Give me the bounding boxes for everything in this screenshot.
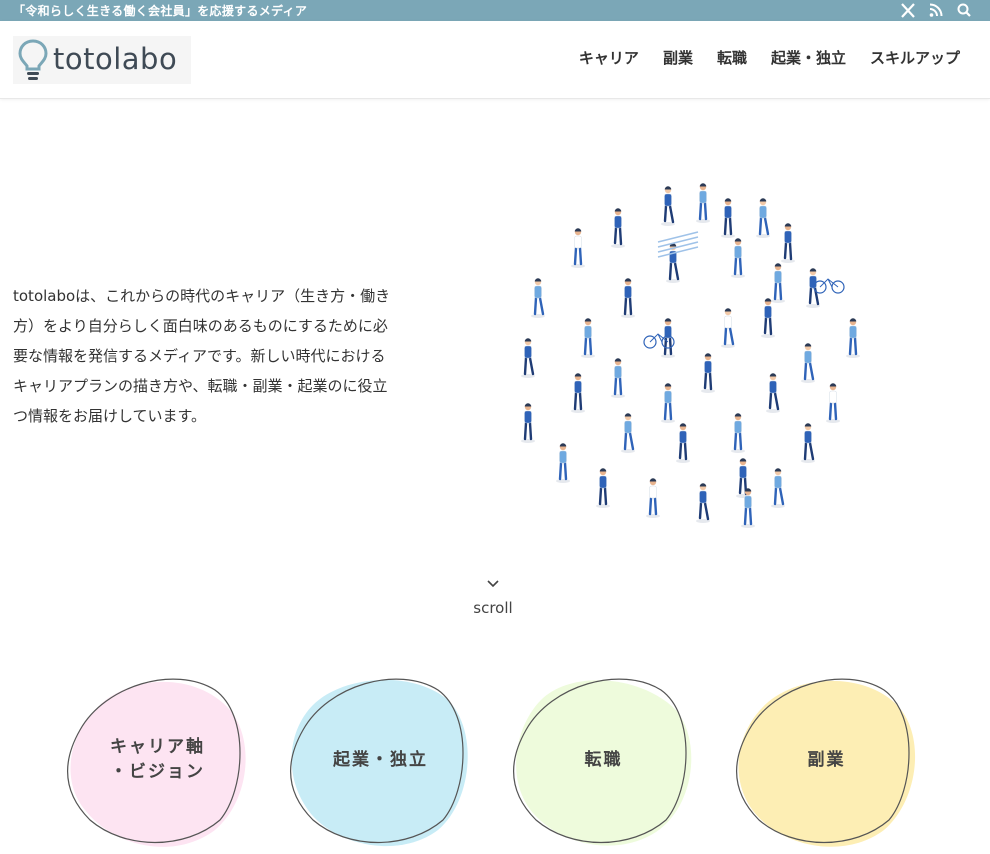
person-figure — [801, 423, 815, 463]
category-side-business[interactable]: 副業 — [734, 670, 919, 850]
category-label: 転職 — [584, 749, 623, 770]
chevron-down-icon — [487, 580, 499, 588]
rss-icon[interactable] — [928, 1, 944, 19]
person-figure — [661, 383, 675, 423]
person-figure — [611, 358, 625, 398]
person-figure — [571, 373, 585, 413]
lightbulb-icon — [18, 39, 48, 80]
person-figure — [571, 228, 585, 268]
nav-startup[interactable]: 起業・独立 — [771, 47, 846, 68]
top-bar: 「令和らしく生きる働く会社員」を応援するメディア — [0, 0, 990, 21]
x-icon[interactable] — [900, 1, 916, 19]
person-figure — [556, 443, 570, 483]
site-logo[interactable]: totolabo — [13, 36, 191, 84]
intro-text: totolaboは、これからの時代のキャリア（生き方・働き方）をより自分らしく面… — [13, 287, 391, 425]
logo-text: totolabo — [53, 42, 178, 76]
person-figure — [721, 308, 735, 348]
nav-skill-up[interactable]: スキルアップ — [870, 47, 960, 68]
person-figure — [721, 198, 735, 238]
person-figure — [596, 468, 610, 508]
person-figure — [661, 186, 675, 226]
person-figure — [826, 383, 840, 423]
person-figure — [646, 478, 660, 518]
person-figure — [611, 208, 625, 248]
person-figure — [731, 238, 745, 278]
category-startup[interactable]: 起業・独立 — [288, 670, 473, 850]
nav-career[interactable]: キャリア — [579, 47, 639, 68]
category-career-vision[interactable]: キャリア軸 ・ビジョン — [65, 670, 250, 850]
top-bar-icons — [900, 1, 972, 19]
person-figure — [621, 413, 635, 453]
bench-icon — [657, 231, 699, 258]
person-figure — [731, 413, 745, 453]
site-header: totolabo キャリア 副業 転職 起業・独立 スキルアップ — [0, 21, 990, 99]
person-figure — [761, 298, 775, 338]
person-figure — [696, 183, 710, 223]
main-nav: キャリア 副業 転職 起業・独立 スキルアップ — [579, 47, 960, 68]
nav-side-business[interactable]: 副業 — [663, 47, 693, 68]
person-figure — [701, 353, 715, 393]
category-label: キャリア軸 ・ビジョン — [110, 737, 205, 782]
person-figure — [676, 423, 690, 463]
site-tagline: 「令和らしく生きる働く会社員」を応援するメディア — [13, 4, 308, 18]
person-figure — [771, 468, 785, 508]
person-figure — [801, 343, 815, 383]
bicycle-icon — [813, 278, 845, 294]
nav-job-change[interactable]: 転職 — [717, 47, 747, 68]
person-figure — [531, 278, 545, 318]
category-job-change[interactable]: 転職 — [511, 670, 696, 850]
person-figure — [781, 223, 795, 263]
person-figure — [621, 278, 635, 318]
person-figure — [771, 263, 785, 303]
person-figure — [806, 268, 820, 308]
person-figure — [696, 483, 710, 523]
person-figure — [581, 318, 595, 358]
scroll-indicator[interactable]: scroll — [445, 574, 541, 617]
category-label: 副業 — [807, 749, 846, 770]
person-figure — [756, 198, 770, 238]
people-circle-illustration — [521, 183, 860, 528]
person-figure — [521, 403, 535, 443]
person-figure — [766, 373, 780, 413]
person-figure — [846, 318, 860, 358]
person-figure — [521, 338, 535, 378]
scroll-label: scroll — [473, 599, 513, 617]
search-icon[interactable] — [956, 1, 972, 19]
category-label: 起業・独立 — [333, 749, 428, 770]
